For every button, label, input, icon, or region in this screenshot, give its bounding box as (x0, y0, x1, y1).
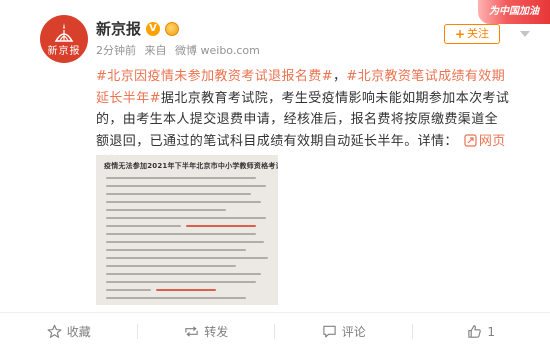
favorite-label: 收藏 (66, 325, 91, 339)
campaign-banner[interactable]: 为中国加油 (478, 0, 550, 24)
follow-label: 关注 (467, 27, 490, 40)
follow-button[interactable]: + 关注 (444, 24, 500, 44)
doc-text-line (106, 201, 261, 203)
avatar-text: 新京报 (47, 46, 81, 57)
doc-text-line (106, 257, 268, 259)
medal-icon (165, 21, 180, 36)
comment-label: 评论 (341, 325, 366, 339)
doc-text-line (106, 289, 151, 291)
doc-text-line (106, 297, 246, 299)
doc-text-line (106, 193, 251, 195)
weibo-post-card: 新京报 新京报 V 2分钟前 来自 微博 weibo.com 为中国加油 + 关… (0, 0, 550, 350)
doc-text-line (106, 281, 256, 283)
chevron-down-icon[interactable] (520, 31, 530, 37)
hashtag-separator: ， (333, 69, 347, 84)
like-button[interactable]: 1 (413, 313, 550, 350)
doc-text-line (106, 177, 256, 179)
favorite-icon (47, 324, 62, 338)
like-count: 1 (487, 324, 496, 339)
doc-text-line-highlight (156, 289, 216, 291)
author-row: 新京报 V (96, 18, 180, 39)
doc-text-line (106, 265, 236, 267)
like-icon (468, 325, 482, 338)
doc-text-line (106, 233, 256, 235)
post-time[interactable]: 2分钟前 (96, 44, 136, 57)
repost-label: 转发 (204, 325, 229, 339)
author-name[interactable]: 新京报 (96, 18, 141, 39)
web-link-icon (464, 133, 477, 147)
plus-icon: + (454, 27, 466, 41)
attached-image-title: 疫情无法参加2021年下半年北京市中小学教师资格考试笔试考生退费 (104, 162, 278, 170)
doc-text-line (106, 185, 266, 187)
doc-text-line (106, 249, 246, 251)
post-source[interactable]: 微博 weibo.com (175, 44, 260, 57)
doc-text-line-highlight (186, 225, 256, 227)
verified-icon: V (146, 21, 161, 36)
doc-text-line (106, 241, 264, 243)
doc-text-line (106, 225, 181, 227)
source-prefix: 来自 (144, 44, 167, 57)
repost-icon (185, 326, 198, 337)
repost-button[interactable]: 转发 (138, 313, 276, 350)
action-bar: 收藏 转发 评论 1 (0, 313, 550, 350)
comment-icon (323, 325, 336, 338)
hashtag-link[interactable]: #北京因疫情未参加教资考试退报名费# (96, 69, 333, 84)
attached-image[interactable]: 疫情无法参加2021年下半年北京市中小学教师资格考试笔试考生退费 (96, 155, 278, 305)
comment-button[interactable]: 评论 (275, 313, 413, 350)
avatar[interactable]: 新京报 (40, 15, 88, 63)
doc-text-line (106, 273, 261, 275)
post-meta: 2分钟前 来自 微博 weibo.com (96, 42, 265, 58)
doc-text-line (106, 209, 226, 211)
doc-text-line (106, 217, 266, 219)
favorite-button[interactable]: 收藏 (0, 313, 138, 350)
